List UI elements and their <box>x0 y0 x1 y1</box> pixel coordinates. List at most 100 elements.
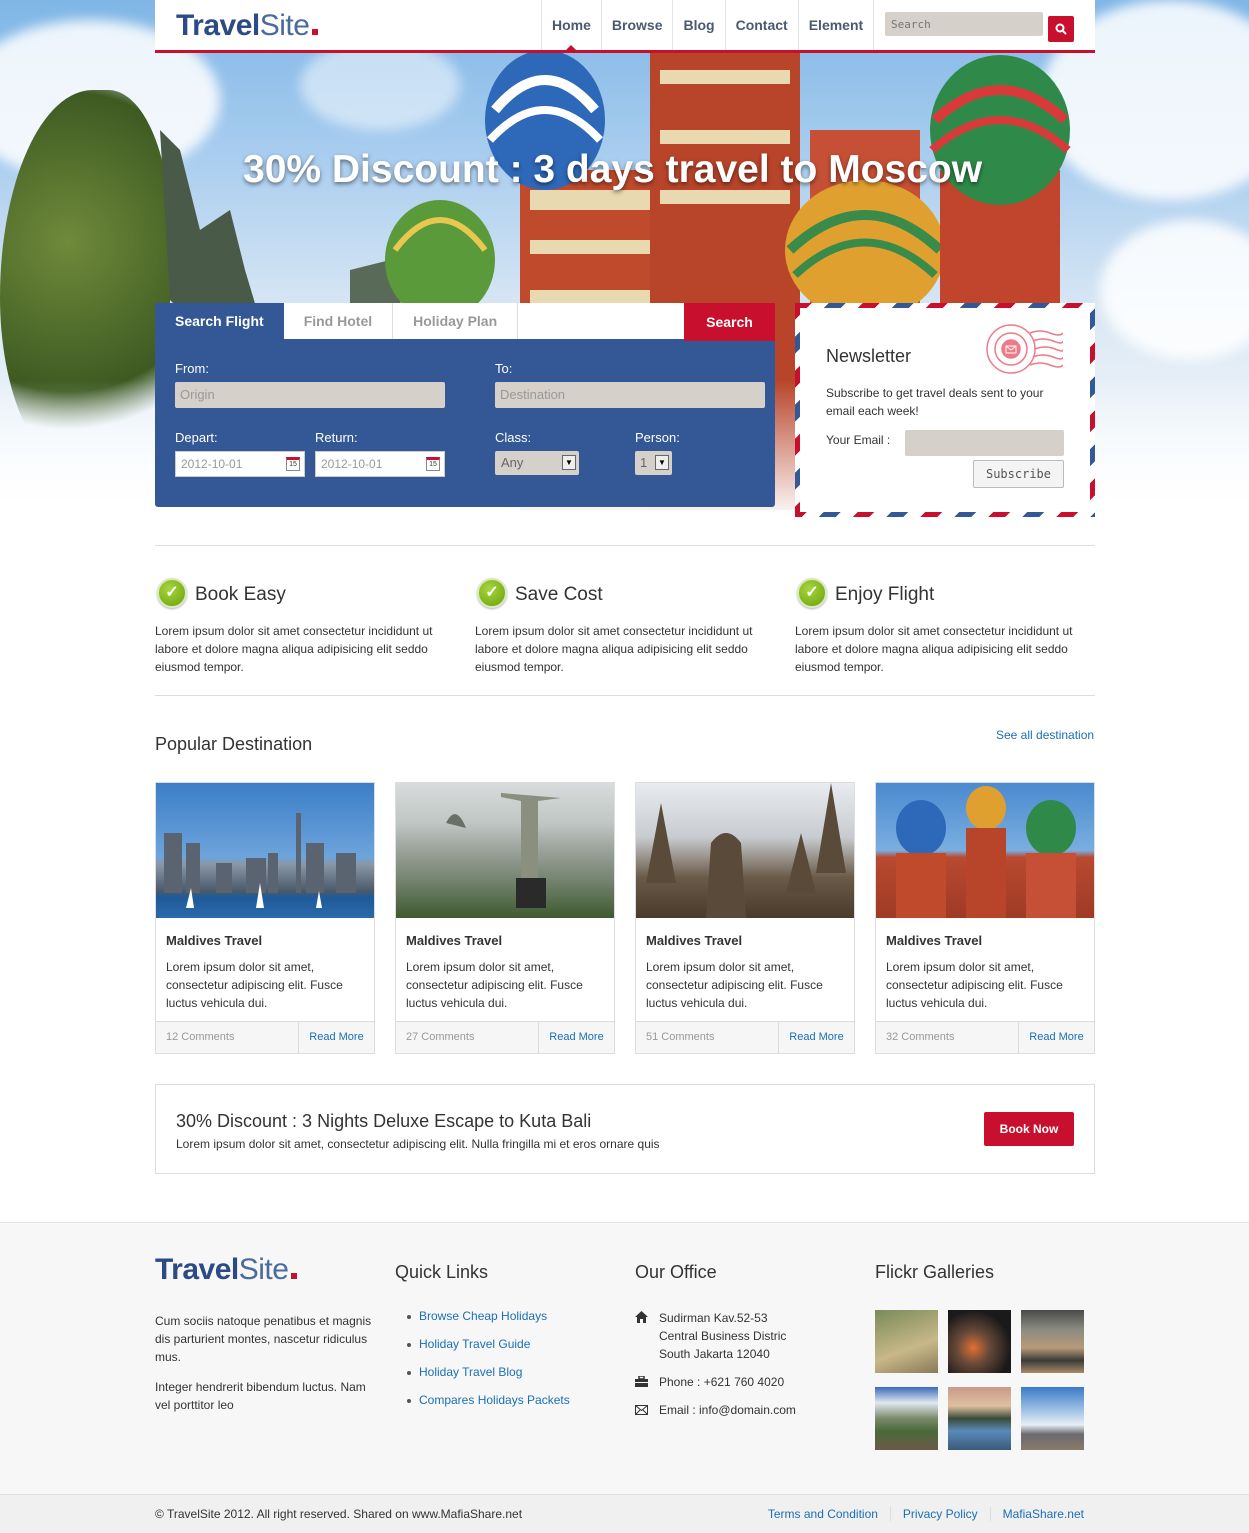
book-now-button[interactable]: Book Now <box>984 1112 1074 1146</box>
card-text: Lorem ipsum dolor sit amet, consectetur … <box>406 960 583 1010</box>
read-more-link[interactable]: Read More <box>538 1022 614 1053</box>
office-title: Our Office <box>635 1262 717 1282</box>
site-header: TravelSite Home Browse Blog Contact Elem… <box>155 0 1095 53</box>
tab-search-flight[interactable]: Search Flight <box>155 303 284 339</box>
destination-card: Maldives Travel Lorem ipsum dolor sit am… <box>155 782 375 1054</box>
briefcase-icon <box>635 1374 649 1392</box>
read-more-link[interactable]: Read More <box>1018 1022 1094 1053</box>
footer-about: Integer hendrerit bibendum luctus. Nam v… <box>155 1380 366 1412</box>
from-label: From: <box>175 361 209 376</box>
feature-text: Lorem ipsum dolor sit amet consectetur i… <box>475 624 753 674</box>
destination-card: Maldives Travel Lorem ipsum dolor sit am… <box>635 782 855 1054</box>
gallery-thumb-river-path[interactable] <box>875 1310 938 1373</box>
class-select[interactable]: Any ▼ <box>495 451 579 475</box>
calendar-icon[interactable]: 15 <box>286 457 300 471</box>
quick-link[interactable]: Holiday Travel Blog <box>407 1365 570 1393</box>
comment-count[interactable]: 32 Comments <box>886 1031 954 1043</box>
destination-image[interactable] <box>396 783 614 918</box>
depart-date-input[interactable]: 2012-10-01 15 <box>175 451 305 477</box>
calendar-icon[interactable]: 15 <box>426 457 440 471</box>
person-select[interactable]: 1 ▼ <box>635 451 672 475</box>
card-title: Maldives Travel <box>166 933 263 948</box>
email-label: Your Email : <box>826 433 891 447</box>
booking-form: Search Flight Find Hotel Holiday Plan Se… <box>155 303 775 507</box>
site-footer: TravelSite Cum sociis natoque penatibus … <box>0 1222 1249 1494</box>
office-phone: Phone : +621 760 4020 <box>635 1373 835 1391</box>
privacy-link[interactable]: Privacy Policy <box>889 1507 990 1521</box>
bottom-links: Terms and Condition Privacy Policy Mafia… <box>756 1507 1084 1521</box>
see-all-link[interactable]: See all destination <box>996 728 1094 742</box>
gallery-thumb-lake-sunset[interactable] <box>948 1387 1011 1450</box>
feature-save-cost: ✓ Save Cost Lorem ipsum dolor sit amet c… <box>475 572 765 682</box>
destination-image[interactable] <box>156 783 374 918</box>
quick-link[interactable]: Browse Cheap Holidays <box>407 1309 570 1337</box>
divider <box>155 695 1095 696</box>
footer-logo[interactable]: TravelSite <box>155 1253 298 1287</box>
address-line: Sudirman Kav.52-53 <box>659 1311 768 1325</box>
booking-search-button[interactable]: Search <box>684 303 775 341</box>
logo-dot <box>291 1273 298 1279</box>
return-date-input[interactable]: 2012-10-01 15 <box>315 451 445 477</box>
card-title: Maldives Travel <box>406 933 503 948</box>
gallery-thumb-blossom-branch[interactable] <box>948 1310 1011 1373</box>
flickr-title: Flickr Galleries <box>875 1262 995 1282</box>
quick-links-title: Quick Links <box>395 1262 489 1282</box>
check-circle-icon: ✓ <box>157 578 187 608</box>
feature-title: Enjoy Flight <box>835 584 935 605</box>
nav-home[interactable]: Home <box>541 0 601 51</box>
comment-count[interactable]: 12 Comments <box>166 1031 234 1043</box>
from-input[interactable]: Origin <box>175 382 445 408</box>
address-line: South Jakarta 12040 <box>659 1347 770 1361</box>
quick-link[interactable]: Compares Holidays Packets <box>407 1393 570 1421</box>
logo-light: Site <box>259 9 310 42</box>
office-email: Email : info@domain.com <box>635 1401 835 1419</box>
terms-link[interactable]: Terms and Condition <box>756 1507 890 1521</box>
gallery-thumb-snow-mountains[interactable] <box>1021 1387 1084 1450</box>
gallery-thumb-mountain-valley[interactable] <box>875 1387 938 1450</box>
email-field[interactable] <box>905 430 1064 456</box>
check-circle-icon: ✓ <box>477 578 507 608</box>
office-address: Sudirman Kav.52-53 Central Business Dist… <box>635 1309 835 1369</box>
quick-links: Browse Cheap Holidays Holiday Travel Gui… <box>407 1309 570 1421</box>
check-circle-icon: ✓ <box>797 578 827 608</box>
read-more-link[interactable]: Read More <box>778 1022 854 1053</box>
card-text: Lorem ipsum dolor sit amet, consectetur … <box>886 960 1063 1010</box>
home-icon <box>635 1310 649 1328</box>
card-title: Maldives Travel <box>886 933 983 948</box>
feature-enjoy-flight: ✓ Enjoy Flight Lorem ipsum dolor sit ame… <box>795 572 1085 682</box>
hero-title: 30% Discount : 3 days travel to Moscow <box>243 148 983 191</box>
quick-link[interactable]: Holiday Travel Guide <box>407 1337 570 1365</box>
logo-light: Site <box>238 1253 289 1286</box>
search-input[interactable] <box>885 12 1043 36</box>
email-text[interactable]: Email : info@domain.com <box>659 1401 796 1419</box>
main-nav: Home Browse Blog Contact Element <box>541 0 875 51</box>
card-text: Lorem ipsum dolor sit amet, consectetur … <box>646 960 823 1010</box>
nav-contact[interactable]: Contact <box>724 0 798 50</box>
to-input[interactable]: Destination <box>495 382 765 408</box>
search-button[interactable] <box>1048 16 1074 42</box>
chevron-down-icon: ▼ <box>655 455 669 470</box>
nav-element[interactable]: Element <box>797 0 875 50</box>
tab-find-hotel[interactable]: Find Hotel <box>284 303 394 339</box>
comment-count[interactable]: 51 Comments <box>646 1031 714 1043</box>
search-icon <box>1055 23 1067 35</box>
destination-image[interactable] <box>876 783 1094 918</box>
comment-count[interactable]: 27 Comments <box>406 1031 474 1043</box>
tab-holiday-plan[interactable]: Holiday Plan <box>393 303 519 339</box>
nav-browse[interactable]: Browse <box>600 0 673 50</box>
destination-card: Maldives Travel Lorem ipsum dolor sit am… <box>395 782 615 1054</box>
subscribe-button[interactable]: Subscribe <box>973 460 1064 488</box>
newsletter-box: Newsletter Subscribe to get travel deals… <box>795 303 1095 517</box>
destination-image[interactable] <box>636 783 854 918</box>
nav-blog[interactable]: Blog <box>672 0 724 50</box>
subscribe-stamp-icon <box>986 324 1063 374</box>
feature-title: Save Cost <box>515 584 603 605</box>
class-label: Class: <box>495 430 532 445</box>
site-logo[interactable]: TravelSite <box>176 9 319 43</box>
address-line: Central Business Distric <box>659 1329 787 1343</box>
chevron-down-icon: ▼ <box>562 455 576 470</box>
gallery-thumb-beach-rock[interactable] <box>1021 1310 1084 1373</box>
promo-text: Lorem ipsum dolor sit amet, consectetur … <box>176 1137 660 1151</box>
read-more-link[interactable]: Read More <box>298 1022 374 1053</box>
mafiashare-link[interactable]: MafiaShare.net <box>989 1507 1084 1521</box>
